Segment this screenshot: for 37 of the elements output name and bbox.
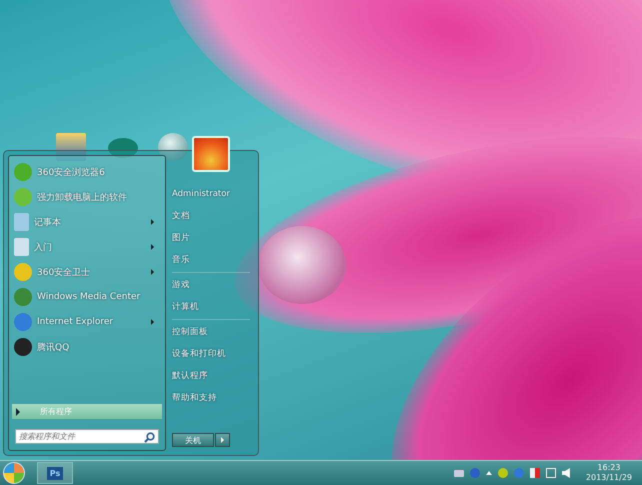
document-icon — [14, 213, 29, 231]
shutdown-options-button[interactable] — [215, 433, 230, 447]
keyboard-icon[interactable] — [454, 470, 464, 476]
all-programs-label: 所有程序 — [40, 406, 72, 417]
all-programs-item[interactable]: 所有程序 — [12, 404, 162, 419]
menu-link[interactable]: 设备和打印机 — [172, 343, 226, 365]
menu-link[interactable]: 图片 — [172, 227, 190, 249]
program-item[interactable]: 360安全卫士 — [11, 260, 163, 284]
clock[interactable]: 16:23 2013/11/29 — [580, 463, 638, 483]
program-item[interactable]: Internet Explorer — [11, 310, 163, 334]
program-item[interactable]: Windows Media Center — [11, 285, 163, 309]
program-item[interactable]: 入门 — [11, 235, 163, 259]
document-icon — [14, 238, 29, 256]
volume-icon[interactable] — [562, 468, 570, 478]
program-item[interactable]: 腾讯QQ — [11, 335, 163, 359]
menu-link[interactable]: 默认程序 — [172, 365, 208, 387]
search-field[interactable]: 搜索程序和文件 — [15, 429, 159, 444]
flag-icon[interactable] — [530, 468, 540, 478]
taskbar-button[interactable]: Ps — [37, 462, 73, 484]
menu-link[interactable]: 文档 — [172, 205, 190, 227]
program-item[interactable]: 强力卸载电脑上的软件 — [11, 185, 163, 209]
menu-link[interactable]: 帮助和支持 — [172, 387, 217, 409]
program-item[interactable]: 记事本 — [11, 210, 163, 234]
user-picture[interactable] — [192, 136, 230, 172]
menu-link[interactable]: Administrator — [172, 183, 230, 205]
arrow-icon — [16, 408, 20, 416]
menu-link[interactable]: 控制面板 — [172, 321, 208, 343]
menu-link[interactable]: 计算机 — [172, 296, 199, 318]
menu-link[interactable]: 游戏 — [172, 274, 190, 296]
app-label: Ps — [46, 466, 64, 480]
document-icon[interactable] — [56, 133, 86, 161]
search-icon — [144, 432, 155, 443]
up-arrow-icon[interactable] — [486, 471, 492, 475]
shutdown-button[interactable]: 关机 — [172, 433, 214, 447]
start-button[interactable] — [3, 462, 25, 484]
program-item[interactable]: 360安全浏览器6 — [11, 160, 163, 184]
menu-link[interactable]: 音乐 — [172, 249, 190, 271]
